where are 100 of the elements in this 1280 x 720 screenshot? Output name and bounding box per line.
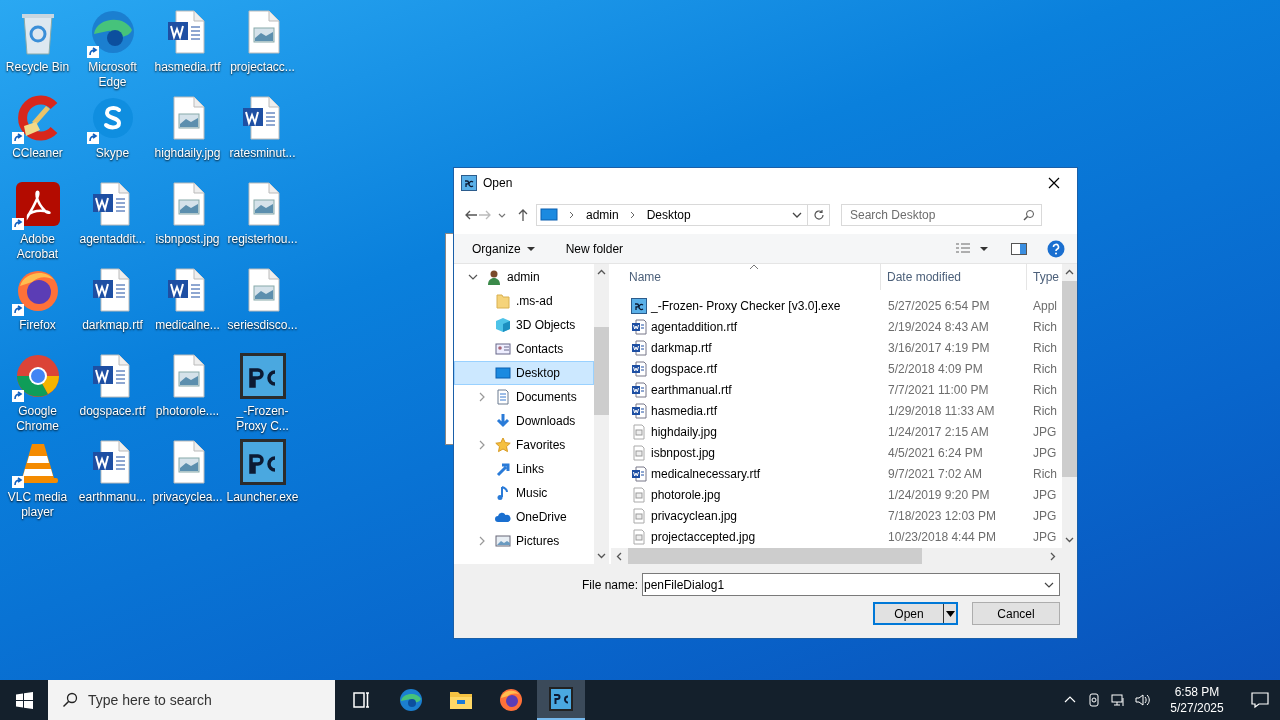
word-document-icon bbox=[631, 339, 647, 356]
forward-icon bbox=[478, 208, 492, 222]
file-name: darkmap.rtf bbox=[651, 339, 712, 357]
monitor-icon bbox=[495, 365, 511, 381]
file-row[interactable]: projectaccepted.jpg 10/23/2018 4:44 PM JPG bbox=[611, 526, 1062, 547]
breadcrumb-item[interactable]: admin bbox=[586, 206, 619, 224]
scroll-right-icon bbox=[1048, 551, 1057, 561]
file-type: JPG bbox=[1032, 486, 1057, 504]
help-button[interactable] bbox=[1047, 239, 1065, 258]
search-field[interactable]: Search Desktop bbox=[850, 206, 1023, 224]
file-row[interactable]: agentaddition.rtf 2/19/2024 8:43 AM Rich bbox=[611, 316, 1062, 337]
tree-item[interactable]: Favorites bbox=[454, 433, 594, 457]
toolbar-button[interactable]: Organize bbox=[472, 236, 536, 261]
file-name-combo[interactable]: penFileDialog1 bbox=[642, 573, 1060, 596]
file-type: Rich bbox=[1032, 339, 1057, 357]
file-type: Rich bbox=[1032, 402, 1057, 420]
file-row[interactable]: _-Frozen- Proxy Checker [v3.0].exe 5/27/2025 6:54 PM Appl bbox=[611, 295, 1062, 316]
search-icon bbox=[1023, 209, 1035, 221]
desktop-icon[interactable]: Launcher.exe bbox=[225, 434, 300, 520]
tree-item[interactable]: Links bbox=[454, 457, 594, 481]
desktop-icon[interactable]: photorole.... bbox=[150, 348, 225, 434]
tree-item[interactable]: Documents bbox=[454, 385, 594, 409]
column-header[interactable]: Name bbox=[623, 264, 881, 290]
desktop-icon[interactable]: privacyclea... bbox=[150, 434, 225, 520]
file-name-field[interactable]: penFileDialog1 bbox=[644, 575, 1043, 594]
app-icon bbox=[461, 175, 477, 191]
back-icon bbox=[464, 208, 478, 222]
search-box[interactable]: Type here to search bbox=[48, 680, 335, 720]
pc-app-icon bbox=[238, 352, 287, 400]
preview-pane-button[interactable] bbox=[1011, 242, 1027, 255]
column-header[interactable]: Date modified bbox=[881, 264, 1027, 290]
search-box[interactable]: Search Desktop bbox=[841, 204, 1042, 226]
tree-item[interactable]: Downloads bbox=[454, 409, 594, 433]
tree-item[interactable]: Music bbox=[454, 481, 594, 505]
user-icon bbox=[486, 269, 502, 285]
file-row[interactable]: privacyclean.jpg 7/18/2023 12:03 PM JPG bbox=[611, 505, 1062, 526]
desktop-icon[interactable]: Google Chrome bbox=[0, 348, 75, 434]
file-row[interactable]: darkmap.rtf 3/16/2017 4:19 PM Rich bbox=[611, 337, 1062, 358]
desktop-icon[interactable]: _-Frozen- Proxy C... bbox=[225, 348, 300, 434]
word-document-icon bbox=[631, 381, 647, 398]
tree-item[interactable]: Desktop bbox=[454, 361, 594, 385]
desktop-icon[interactable]: darkmap.rtf bbox=[75, 262, 150, 348]
list-view-icon bbox=[955, 241, 971, 256]
image-file-icon bbox=[631, 423, 647, 440]
file-date: 1/29/2018 11:33 AM bbox=[887, 402, 996, 420]
desktop-icon[interactable]: earthmanu... bbox=[75, 434, 150, 520]
scrollbar[interactable] bbox=[594, 264, 609, 564]
tree-item[interactable]: .ms-ad bbox=[454, 289, 594, 313]
pc-app-icon bbox=[549, 687, 573, 711]
file-date: 2/19/2024 8:43 AM bbox=[887, 318, 990, 336]
file-name: photorole.jpg bbox=[651, 486, 721, 504]
breadcrumb-item[interactable]: Desktop bbox=[646, 206, 691, 224]
view-button[interactable] bbox=[955, 241, 989, 256]
desktop-icon[interactable]: agentaddit... bbox=[75, 176, 150, 262]
tree-item[interactable]: Contacts bbox=[454, 337, 594, 361]
column-header[interactable]: Type bbox=[1027, 264, 1059, 290]
tree-item[interactable]: Pictures bbox=[454, 529, 594, 553]
desktop-icon[interactable]: isbnpost.jpg bbox=[150, 176, 225, 262]
taskbar-app[interactable] bbox=[537, 680, 585, 720]
cube-icon bbox=[495, 317, 511, 333]
file-row[interactable]: medicalnecessary.rtf 9/7/2021 7:02 AM Rich bbox=[611, 463, 1062, 484]
desktop-icon[interactable]: VLC media player bbox=[0, 434, 75, 520]
image-file-icon bbox=[631, 507, 647, 524]
search-field[interactable]: Type here to search bbox=[88, 689, 335, 711]
tree-item[interactable]: admin bbox=[454, 265, 594, 289]
refresh-button[interactable] bbox=[808, 204, 830, 226]
desktop-icon[interactable]: Firefox bbox=[0, 262, 75, 348]
desktop-icon[interactable]: seriesdisco... bbox=[225, 262, 300, 348]
address-bar[interactable]: admin Desktop bbox=[536, 204, 808, 226]
desktop-icon[interactable]: medicalne... bbox=[150, 262, 225, 348]
file-row[interactable]: photorole.jpg 1/24/2019 9:20 PM JPG bbox=[611, 484, 1062, 505]
file-row[interactable]: highdaily.jpg 1/24/2017 2:15 AM JPG bbox=[611, 421, 1062, 442]
file-date: 5/27/2025 6:54 PM bbox=[887, 297, 991, 315]
folder-icon bbox=[495, 293, 511, 309]
tree-item[interactable]: 3D Objects bbox=[454, 313, 594, 337]
file-date: 5/2/2018 4:09 PM bbox=[887, 360, 984, 378]
image-file-icon bbox=[631, 528, 647, 545]
file-row[interactable]: earthmanual.rtf 7/7/2021 11:00 PM Rich bbox=[611, 379, 1062, 400]
scrollbar[interactable] bbox=[1062, 264, 1077, 548]
file-name: medicalnecessary.rtf bbox=[651, 465, 761, 483]
speaker-icon bbox=[1134, 692, 1150, 708]
scrollbar[interactable] bbox=[611, 548, 1077, 564]
file-name: agentaddition.rtf bbox=[651, 318, 738, 336]
clock-date: 5/27/2025 bbox=[1170, 700, 1224, 716]
tree-item[interactable]: OneDrive bbox=[454, 505, 594, 529]
device-icon bbox=[1086, 692, 1102, 708]
file-date: 3/16/2017 4:19 PM bbox=[887, 339, 991, 357]
desktop-icon[interactable]: registerhou... bbox=[225, 176, 300, 262]
file-date: 4/5/2021 6:24 PM bbox=[887, 444, 984, 462]
file-type: Rich bbox=[1032, 381, 1057, 399]
desktop-icon[interactable]: dogspace.rtf bbox=[75, 348, 150, 434]
dialog-button[interactable]: Open bbox=[873, 602, 958, 625]
file-row[interactable]: dogspace.rtf 5/2/2018 4:09 PM Rich bbox=[611, 358, 1062, 379]
dialog-title: Open bbox=[483, 175, 513, 192]
dialog-button[interactable]: Cancel bbox=[972, 602, 1060, 625]
file-row[interactable]: isbnpost.jpg 4/5/2021 6:24 PM JPG bbox=[611, 442, 1062, 463]
arrow-icon bbox=[495, 461, 511, 477]
file-row[interactable]: hasmedia.rtf 1/29/2018 11:33 AM Rich bbox=[611, 400, 1062, 421]
toolbar-button[interactable]: New folder bbox=[565, 236, 624, 261]
fox-globe-icon bbox=[499, 688, 523, 712]
